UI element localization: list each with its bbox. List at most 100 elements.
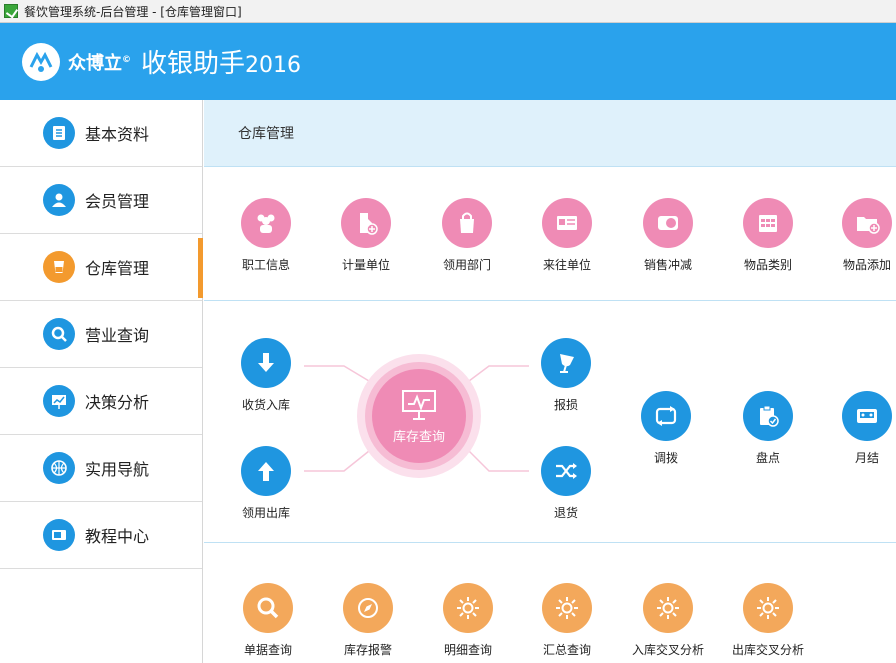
tile-item-add[interactable]: 物品添加: [822, 198, 896, 273]
sidebar-item-tutorials[interactable]: 教程中心: [0, 502, 202, 569]
sun-icon: [643, 583, 693, 633]
sidebar-item-label: 会员管理: [85, 192, 150, 211]
sidebar-item-warehouse[interactable]: 仓库管理: [0, 234, 203, 301]
tile-staff-info[interactable]: 职工信息: [221, 198, 311, 273]
hub-stock-query[interactable]: 库存查询: [357, 354, 481, 478]
tile-item-category[interactable]: 物品类别: [723, 198, 813, 273]
sun-icon: [443, 583, 493, 633]
sidebar: 基本资料 会员管理 仓库管理 营业查询 决策分析 实用导航 教程中心: [0, 100, 203, 663]
main-panel: 仓库管理 职工信息 计量单位 领用部门 来往单位 销售冲减 物品类别 物品添加 …: [204, 100, 896, 663]
brand-name: 众博立©: [68, 52, 131, 74]
tile-label: 报损: [553, 398, 578, 412]
tile-stocktake[interactable]: 盘点: [723, 391, 813, 466]
presentation-icon: [402, 389, 436, 420]
hub-ring: 库存查询: [365, 362, 473, 470]
tile-partners[interactable]: 来往单位: [522, 198, 612, 273]
toggle-card-icon: [643, 198, 693, 248]
tile-sales-offset[interactable]: 销售冲减: [623, 198, 713, 273]
tile-measure-unit[interactable]: 计量单位: [321, 198, 411, 273]
sidebar-item-label: 实用导航: [85, 460, 150, 479]
user-icon: [43, 184, 75, 216]
sun-icon: [743, 583, 793, 633]
app-icon: [4, 4, 18, 18]
tile-usage-dept[interactable]: 领用部门: [422, 198, 512, 273]
tile-return-goods[interactable]: 退货: [521, 446, 611, 521]
breadcrumb: 仓库管理: [204, 100, 896, 167]
tile-label: 汇总查询: [542, 643, 591, 657]
tile-outbound-analysis[interactable]: 出库交叉分析: [723, 583, 813, 658]
tile-detail-query[interactable]: 明细查询: [423, 583, 513, 658]
tile-inbound-analysis[interactable]: 入库交叉分析: [623, 583, 713, 658]
monitor-icon: [43, 519, 75, 551]
setup-tiles: 职工信息 计量单位 领用部门 来往单位 销售冲减 物品类别 物品添加: [204, 167, 896, 301]
calendar-grid-icon: [743, 198, 793, 248]
broken-glass-icon: [541, 338, 591, 388]
shuffle-icon: [541, 446, 591, 496]
cassette-icon: [842, 391, 892, 441]
folder-plus-icon: [842, 198, 892, 248]
sidebar-item-label: 基本资料: [85, 125, 150, 144]
clipboard-check-icon: [743, 391, 793, 441]
tile-doc-query[interactable]: 单据查询: [223, 583, 313, 658]
tile-label: 计量单位: [341, 258, 390, 272]
search-icon: [43, 318, 75, 350]
tile-receive-stock[interactable]: 收货入库: [221, 338, 311, 413]
tile-label: 库存报警: [343, 643, 392, 657]
tile-label: 明细查询: [443, 643, 492, 657]
tile-label: 销售冲减: [643, 258, 692, 272]
magnifier-icon: [243, 583, 293, 633]
chart-board-icon: [43, 385, 75, 417]
tile-issue-stock[interactable]: 领用出库: [221, 446, 311, 521]
product-name: 收银助手2016: [141, 49, 302, 79]
sidebar-item-decision-analysis[interactable]: 决策分析: [0, 368, 202, 435]
tile-label: 调拨: [653, 451, 678, 465]
tile-label: 单据查询: [243, 643, 292, 657]
hub-core: 库存查询: [372, 369, 466, 463]
cup-icon: [43, 251, 75, 283]
tag-plus-icon: [341, 198, 391, 248]
staff-icon: [241, 198, 291, 248]
tile-label: 月结: [854, 451, 879, 465]
tile-label: 物品类别: [743, 258, 792, 272]
app-header: 众博立© 收银助手2016: [0, 23, 896, 100]
tile-transfer[interactable]: 调拨: [621, 391, 711, 466]
tile-label: 来往单位: [542, 258, 591, 272]
report-tiles: 单据查询 库存报警 明细查询 汇总查询 入库交叉分析 出库交叉分析: [204, 543, 896, 663]
window-titlebar: 餐饮管理系统-后台管理 - [仓库管理窗口]: [0, 0, 896, 23]
tile-label: 收货入库: [241, 398, 290, 412]
sidebar-item-label: 仓库管理: [85, 259, 150, 278]
window-title: 餐饮管理系统-后台管理 - [仓库管理窗口]: [24, 4, 242, 19]
tile-label: 领用部门: [442, 258, 491, 272]
logo-icon: [22, 42, 60, 81]
compass-icon: [343, 583, 393, 633]
id-card-icon: [542, 198, 592, 248]
sidebar-item-basic-info[interactable]: 基本资料: [0, 100, 202, 167]
swap-icon: [641, 391, 691, 441]
bag-icon: [442, 198, 492, 248]
tile-label: 盘点: [755, 451, 780, 465]
arrow-up-icon: [241, 446, 291, 496]
sidebar-item-business-query[interactable]: 营业查询: [0, 301, 202, 368]
tile-month-close[interactable]: 月结: [822, 391, 896, 466]
tile-label: 入库交叉分析: [631, 643, 704, 657]
tile-label: 职工信息: [241, 258, 290, 272]
notebook-icon: [43, 117, 75, 149]
sidebar-item-members[interactable]: 会员管理: [0, 167, 202, 234]
stock-flow-panel: 收货入库 领用出库 库存查询 报损 退货 调拨 盘点 月结: [204, 301, 896, 543]
sidebar-item-label: 教程中心: [85, 527, 150, 546]
tile-label: 物品添加: [842, 258, 891, 272]
basketball-icon: [43, 452, 75, 484]
tile-label: 出库交叉分析: [731, 643, 804, 657]
hub-label: 库存查询: [392, 429, 445, 445]
sun-icon: [542, 583, 592, 633]
arrow-down-icon: [241, 338, 291, 388]
tile-stock-alert[interactable]: 库存报警: [323, 583, 413, 658]
tile-summary-query[interactable]: 汇总查询: [522, 583, 612, 658]
sidebar-item-navigation[interactable]: 实用导航: [0, 435, 202, 502]
sidebar-item-label: 营业查询: [85, 326, 150, 345]
tile-damage-report[interactable]: 报损: [521, 338, 611, 413]
sidebar-item-label: 决策分析: [85, 393, 150, 412]
tile-label: 退货: [553, 506, 578, 520]
breadcrumb-label: 仓库管理: [238, 126, 294, 142]
tile-label: 领用出库: [241, 506, 290, 520]
